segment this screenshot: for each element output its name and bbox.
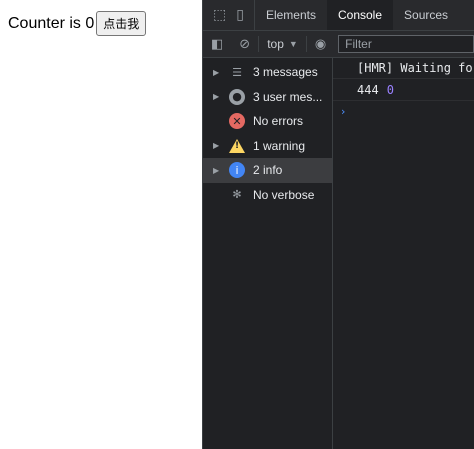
sidebar-item-messages[interactable]: ▶ ☰ 3 messages bbox=[203, 60, 332, 85]
sidebar-item-label: No verbose bbox=[253, 187, 315, 202]
filter-input[interactable]: Filter bbox=[338, 35, 474, 53]
chevron-down-icon: ▼ bbox=[288, 39, 298, 49]
info-icon: i bbox=[229, 162, 245, 179]
sidebar-item-label: 3 messages bbox=[253, 65, 318, 80]
context-selector[interactable]: top ▼ bbox=[259, 37, 306, 51]
inspect-element-icon[interactable]: ⬚ bbox=[213, 8, 226, 22]
sidebar-item-label: No errors bbox=[253, 114, 304, 129]
device-toolbar-icon[interactable]: ▯ bbox=[236, 8, 244, 22]
eye-icon[interactable]: ◉ bbox=[307, 37, 334, 52]
log-number-value: 0 bbox=[386, 82, 394, 97]
expand-triangle-icon[interactable]: ▶ bbox=[213, 166, 225, 175]
console-log-line: [HMR] Waiting fo bbox=[333, 57, 474, 79]
sidebar-toggle-icon[interactable]: ◧ bbox=[203, 37, 231, 52]
sidebar-item-label: 3 user mes... bbox=[253, 89, 323, 104]
list-icon: ☰ bbox=[232, 65, 242, 79]
console-sidebar: ▶ ☰ 3 messages ▶ ● 3 user mes... ✕ No er… bbox=[203, 57, 333, 449]
bug-icon: ✻ bbox=[232, 188, 242, 202]
log-text: [HMR] Waiting fo bbox=[357, 60, 473, 75]
sidebar-item-info[interactable]: ▶ i 2 info bbox=[203, 158, 332, 183]
sidebar-item-label: 1 warning bbox=[253, 138, 306, 153]
console-toolbar: ◧ ⊘ top ▼ ◉ Filter bbox=[203, 31, 474, 58]
expand-triangle-icon[interactable]: ▶ bbox=[213, 68, 225, 77]
counter-text: Counter is 0 bbox=[8, 14, 95, 32]
error-icon: ✕ bbox=[229, 113, 245, 130]
console-prompt[interactable]: › bbox=[333, 101, 474, 122]
console-log-line: 444 0 bbox=[333, 79, 474, 101]
console-body: ▶ ☰ 3 messages ▶ ● 3 user mes... ✕ No er… bbox=[203, 57, 474, 449]
expand-triangle-icon[interactable]: ▶ bbox=[213, 141, 225, 150]
sidebar-item-warnings[interactable]: ▶ ! 1 warning bbox=[203, 134, 332, 159]
clear-console-icon[interactable]: ⊘ bbox=[231, 37, 258, 52]
sidebar-item-errors[interactable]: ✕ No errors bbox=[203, 109, 332, 134]
sidebar-item-label: 2 info bbox=[253, 163, 283, 178]
tab-console[interactable]: Console bbox=[326, 0, 394, 30]
counter-row: Counter is 0 点击我 bbox=[8, 11, 147, 36]
app-page: Counter is 0 点击我 bbox=[0, 0, 202, 449]
sidebar-item-verbose[interactable]: ✻ No verbose bbox=[203, 183, 332, 208]
tab-elements[interactable]: Elements bbox=[255, 0, 327, 30]
user-icon: ● bbox=[229, 88, 245, 105]
tab-icon-group: ⬚ ▯ bbox=[203, 0, 255, 30]
expand-triangle-icon[interactable]: ▶ bbox=[213, 92, 225, 101]
console-output[interactable]: [HMR] Waiting fo 444 0 › bbox=[333, 57, 474, 449]
devtools-panel: ⬚ ▯ Elements Console Sources ◧ ⊘ top ▼ ◉… bbox=[202, 0, 474, 449]
sidebar-item-user-messages[interactable]: ▶ ● 3 user mes... bbox=[203, 85, 332, 110]
warning-icon: ! bbox=[229, 138, 245, 153]
click-me-button[interactable]: 点击我 bbox=[96, 11, 147, 36]
chevron-right-icon: › bbox=[341, 105, 346, 118]
context-label: top bbox=[267, 37, 284, 51]
log-text: 444 bbox=[357, 82, 379, 97]
devtools-tabbar: ⬚ ▯ Elements Console Sources bbox=[203, 0, 474, 31]
tab-sources[interactable]: Sources bbox=[393, 0, 459, 30]
